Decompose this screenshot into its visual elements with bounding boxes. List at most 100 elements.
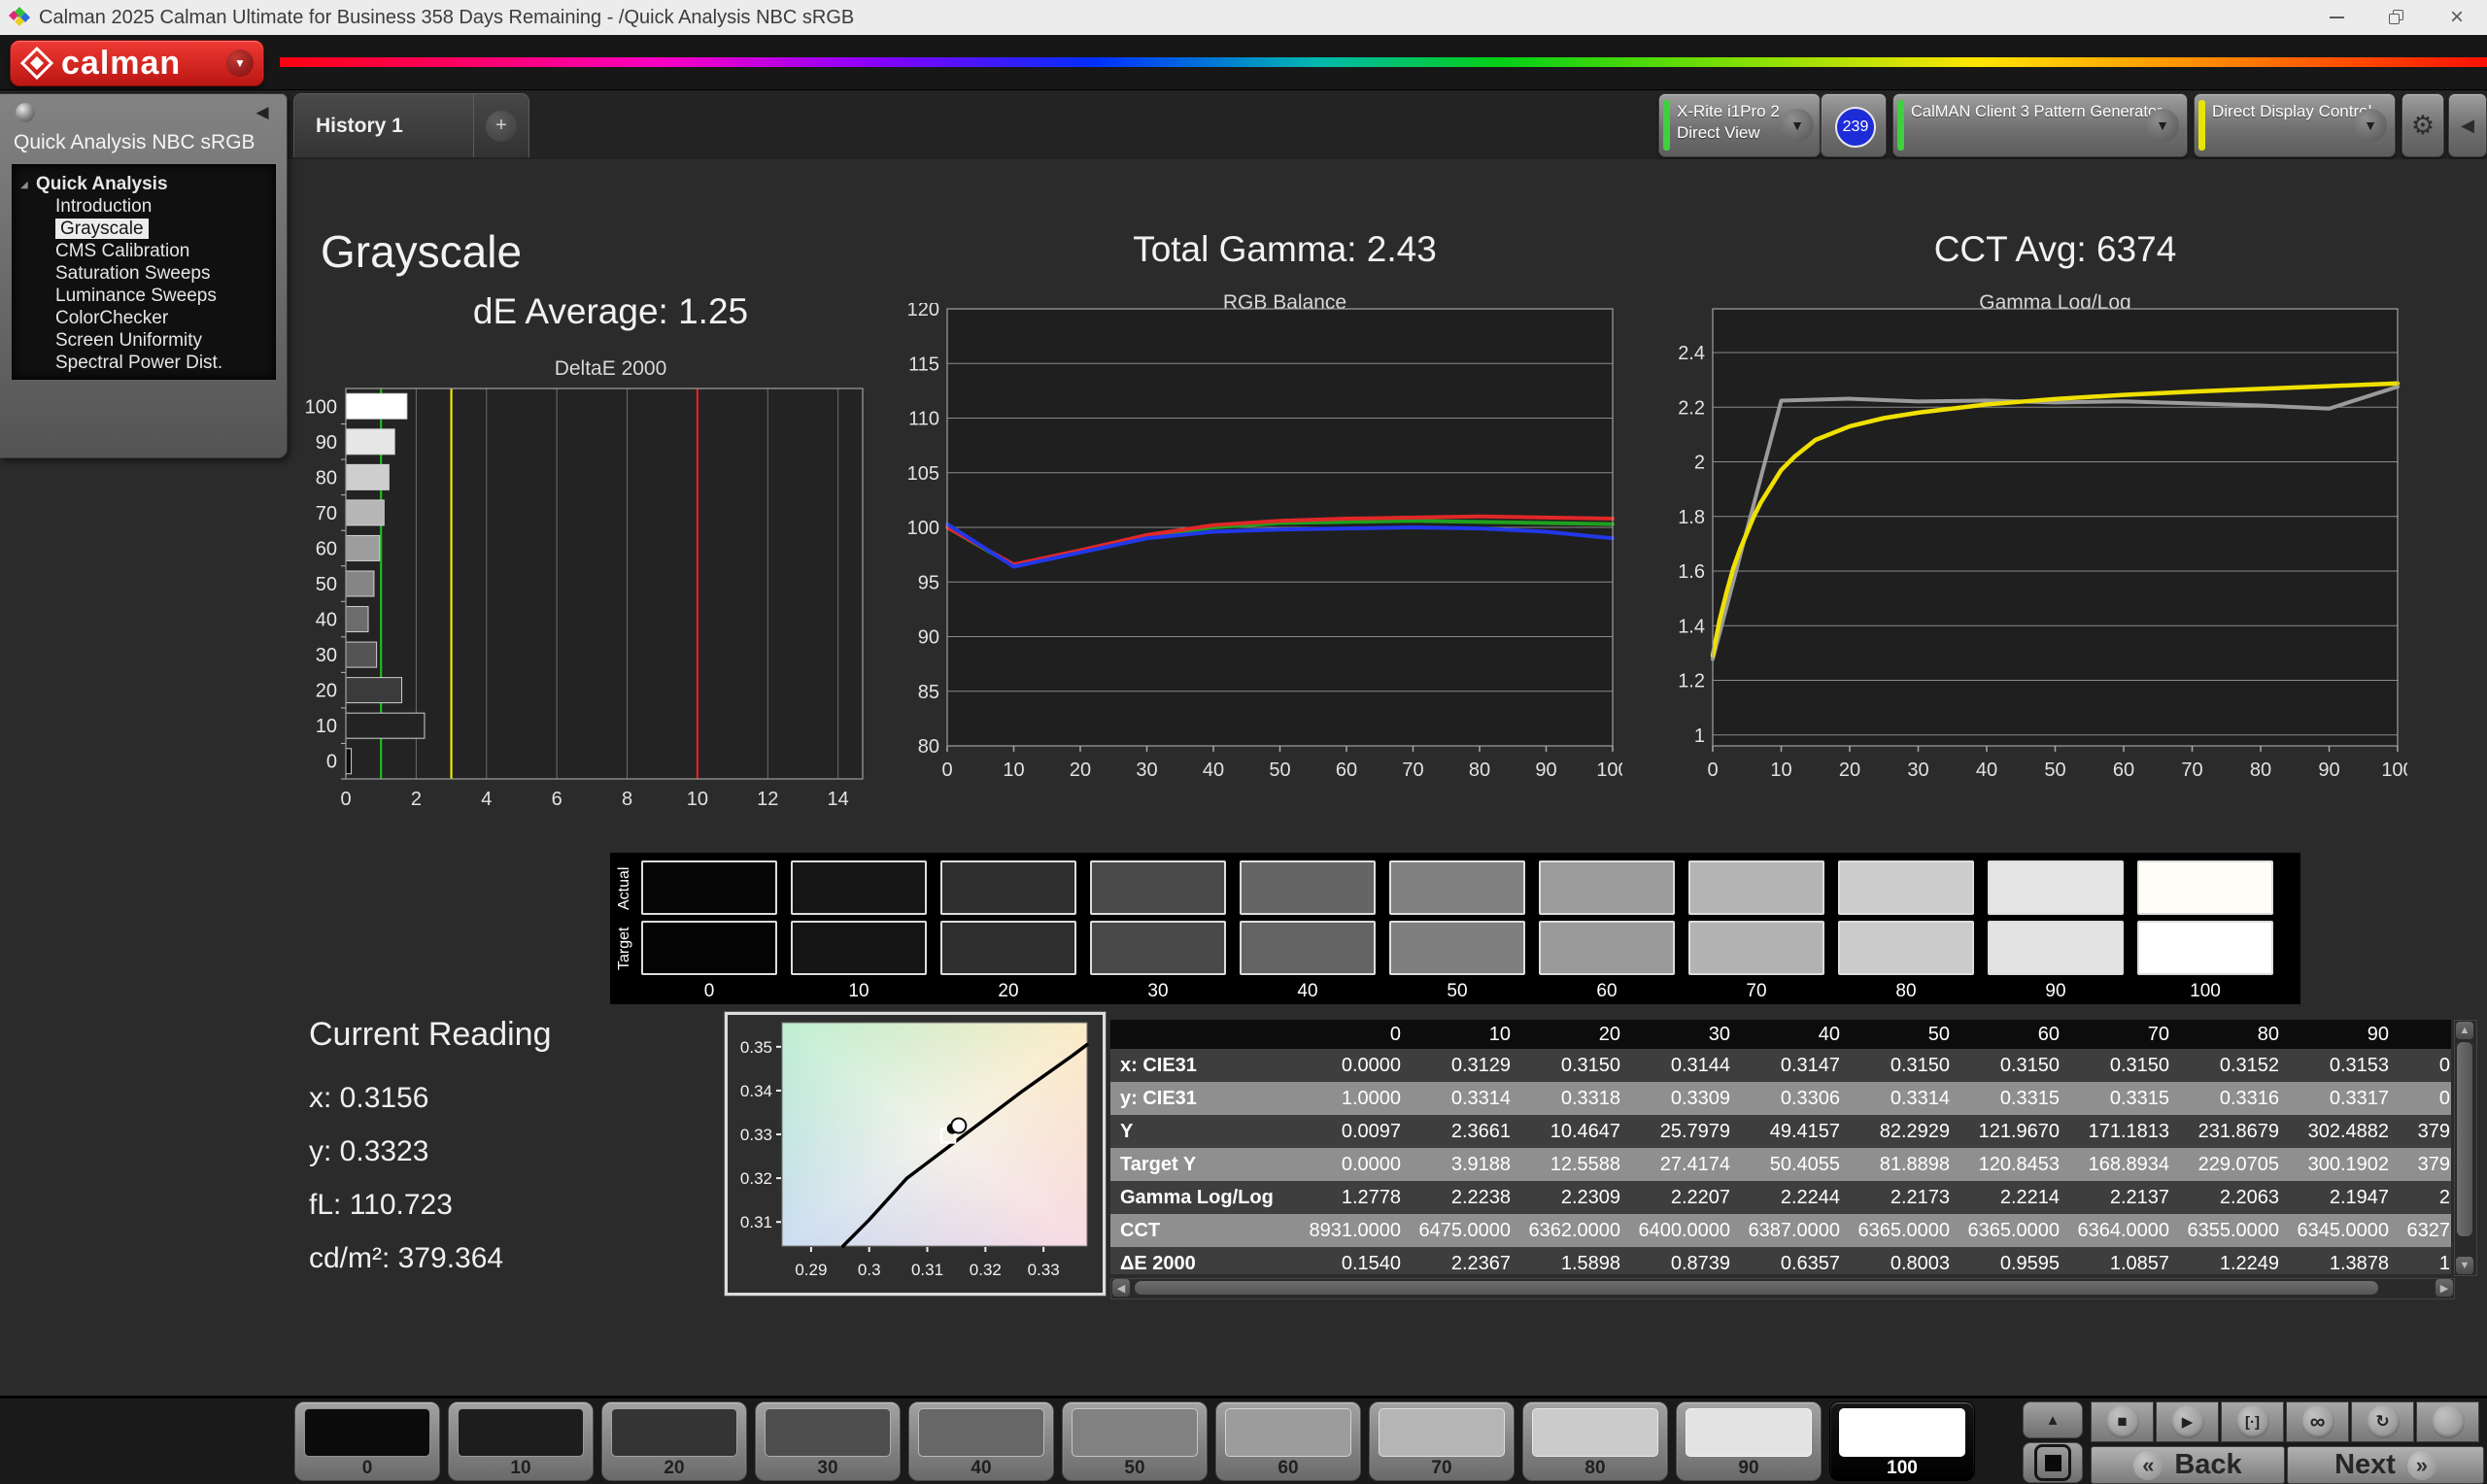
patch-label: 60 <box>1278 1458 1299 1478</box>
gear-icon: ⚙ <box>2410 110 2436 140</box>
sidebar-item-saturation-sweeps[interactable]: Saturation Sweeps <box>13 262 275 285</box>
table-cell: 0.1540 <box>1341 1252 1401 1274</box>
status-sphere-icon <box>16 103 35 122</box>
collapse-panel-button[interactable]: ◀ <box>2448 93 2487 157</box>
sidebar-item-cms-calibration[interactable]: CMS Calibration <box>13 240 275 262</box>
sidebar-item-quick-analysis[interactable]: ◢ Quick Analysis <box>13 173 275 195</box>
target-swatch-30 <box>1090 921 1226 975</box>
sidebar-item-introduction[interactable]: Introduction <box>13 195 275 218</box>
transport-continuous-button[interactable]: ∞ <box>2286 1401 2349 1442</box>
sidebar-item-screen-uniformity[interactable]: Screen Uniformity <box>13 329 275 352</box>
title-bar: Calman 2025 Calman Ultimate for Business… <box>0 0 2487 36</box>
svg-text:30: 30 <box>1907 759 1928 781</box>
table-row: ΔE 2000 0.1540 2.2367 1.5898 0.8739 0.6357 0.8… <box>1110 1247 2451 1274</box>
table-column-header: 50 <box>1927 1023 1950 1045</box>
patch-button-30[interactable]: 30 <box>755 1401 901 1481</box>
actual-swatch-80 <box>1838 860 1974 915</box>
target-swatch-80 <box>1838 921 1974 975</box>
meter-dropdown-chevron-icon: ▼ <box>1781 109 1814 142</box>
table-column-header: 70 <box>2147 1023 2169 1045</box>
patch-button-100[interactable]: 100 <box>1829 1401 1975 1481</box>
table-horizontal-scrollbar[interactable]: ◀ ▶ <box>1110 1278 2455 1299</box>
sidebar-item-grayscale[interactable]: Grayscale <box>13 218 275 240</box>
patch-button-60[interactable]: 60 <box>1215 1401 1361 1481</box>
svg-text:0.32: 0.32 <box>740 1169 772 1188</box>
actual-swatch-10 <box>791 860 927 915</box>
table-row-label: Gamma Log/Log <box>1120 1186 1274 1208</box>
transport-refresh-button[interactable]: ↻ <box>2351 1401 2414 1442</box>
horizontal-scroll-thumb[interactable] <box>1135 1281 2378 1295</box>
sidebar-item-spectral-power-dist[interactable]: Spectral Power Dist. <box>13 352 275 374</box>
sidebar-collapse-button[interactable]: ◀ <box>246 100 279 125</box>
sidebar-item-label: Screen Uniformity <box>55 330 202 351</box>
svg-text:85: 85 <box>918 682 939 703</box>
transport-stop-button[interactable]: ■ <box>2091 1401 2154 1442</box>
minimize-button[interactable] <box>2306 0 2367 35</box>
table-cell: 2.2137 <box>2109 1186 2169 1208</box>
add-tab-button[interactable]: + <box>474 93 529 157</box>
sidebar-item-label: Grayscale <box>55 219 149 239</box>
transport-measure-single-button[interactable]: [·] <box>2221 1401 2284 1442</box>
scroll-right-icon[interactable]: ▶ <box>2436 1279 2453 1297</box>
patch-button-40[interactable]: 40 <box>908 1401 1054 1481</box>
table-cell: 2.2367 <box>1450 1252 1511 1274</box>
scroll-left-icon[interactable]: ◀ <box>1112 1279 1130 1297</box>
target-swatch-50 <box>1389 921 1525 975</box>
patch-swatch <box>304 1408 430 1457</box>
pattern-window-icon <box>2034 1444 2071 1481</box>
calman-app-window: Calman 2025 Calman Ultimate for Business… <box>0 0 2487 1484</box>
patch-button-20[interactable]: 20 <box>601 1401 747 1481</box>
measure-single-icon: [·] <box>2235 1405 2269 1438</box>
scroll-down-icon[interactable]: ▼ <box>2456 1257 2473 1274</box>
svg-text:0.33: 0.33 <box>740 1126 772 1144</box>
back-button[interactable]: « Back <box>2091 1446 2285 1484</box>
vertical-scroll-thumb[interactable] <box>2457 1042 2472 1236</box>
swatch-level-label: 30 <box>1147 981 1169 1001</box>
pattern-window-mode-button[interactable] <box>2023 1442 2083 1483</box>
actual-swatch-70 <box>1688 860 1824 915</box>
table-row: Y 0.0097 2.3661 10.4647 25.7979 49.4157 82.292… <box>1110 1115 2451 1148</box>
layout-sidebar: ◀ Quick Analysis NBC sRGB ◢ Quick Analysi… <box>0 93 288 458</box>
extra-icon <box>2431 1405 2465 1438</box>
svg-text:70: 70 <box>2181 759 2202 781</box>
scroll-up-icon[interactable]: ▲ <box>2456 1022 2473 1039</box>
meter-dropdown[interactable]: X-Rite i1Pro 2 Direct View ▼ <box>1658 93 1821 157</box>
sidebar-item-colorchecker[interactable]: ColorChecker <box>13 307 275 329</box>
chevron-up-icon: ▲ <box>2045 1411 2061 1429</box>
minimize-icon <box>2329 17 2344 18</box>
calman-menu-button[interactable]: calman ▼ <box>10 40 264 86</box>
patch-button-90[interactable]: 90 <box>1676 1401 1822 1481</box>
sidebar-item-luminance-sweeps[interactable]: Luminance Sweeps <box>13 285 275 307</box>
table-cell: 1.2249 <box>2219 1252 2279 1274</box>
settings-button[interactable]: ⚙ <box>2402 93 2444 157</box>
svg-text:40: 40 <box>1203 759 1224 781</box>
svg-text:70: 70 <box>316 503 337 524</box>
transport-extra-button[interactable] <box>2416 1401 2479 1442</box>
next-button[interactable]: Next » <box>2287 1446 2484 1484</box>
pattern-panel-expand-button[interactable]: ▲ <box>2023 1401 2083 1438</box>
svg-text:115: 115 <box>908 354 939 375</box>
patch-button-0[interactable]: 0 <box>294 1401 440 1481</box>
display-control-dropdown[interactable]: Direct Display Control ▼ <box>2194 93 2396 157</box>
actual-swatch-50 <box>1389 860 1525 915</box>
table-cell: 120.8453 <box>1978 1153 2060 1175</box>
transport-play-button[interactable]: ▶ <box>2156 1401 2219 1442</box>
actual-swatch-100 <box>2137 860 2273 915</box>
patch-button-80[interactable]: 80 <box>1522 1401 1668 1481</box>
window-controls: × <box>2306 0 2487 35</box>
patch-button-10[interactable]: 10 <box>448 1401 594 1481</box>
actual-row-label: Actual <box>616 866 632 911</box>
close-button[interactable]: × <box>2427 0 2487 35</box>
patch-button-70[interactable]: 70 <box>1369 1401 1515 1481</box>
table-vertical-scrollbar[interactable]: ▲ ▼ <box>2454 1020 2477 1276</box>
svg-text:70: 70 <box>1402 759 1423 781</box>
tab-history-1[interactable]: History 1 <box>293 93 474 157</box>
tree-collapse-icon[interactable]: ◢ <box>20 174 36 196</box>
patch-button-50[interactable]: 50 <box>1062 1401 1208 1481</box>
table-cell: 0.3315 <box>1999 1087 2060 1109</box>
table-cell: 0.3129 <box>1450 1054 1511 1076</box>
table-cell: 6387.0000 <box>1748 1219 1840 1241</box>
pattern-generator-dropdown[interactable]: CalMAN Client 3 Pattern Generator ▼ <box>1892 93 2188 157</box>
table-cell: 229.0705 <box>2197 1153 2279 1175</box>
restore-button[interactable] <box>2367 0 2427 35</box>
